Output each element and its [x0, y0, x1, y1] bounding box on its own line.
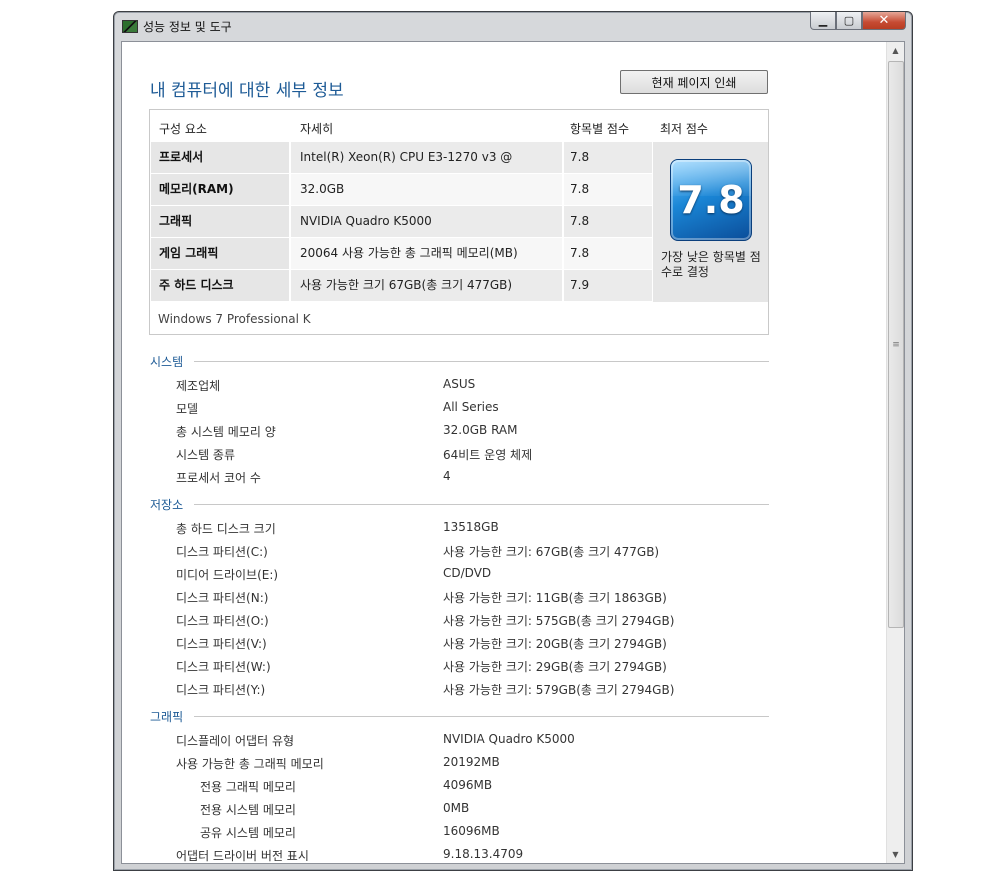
- row-component: 주 하드 디스크: [151, 270, 289, 301]
- base-score-caption: 가장 낮은 항목별 점수로 결정: [661, 250, 761, 279]
- row-score: 7.8: [564, 174, 652, 205]
- title-bar[interactable]: 성능 정보 및 도구 ▁ ▢ ✕: [114, 12, 912, 40]
- info-label: 총 하드 디스크 크기: [176, 522, 276, 536]
- maximize-button[interactable]: ▢: [836, 12, 862, 30]
- info-value: 사용 가능한 크기: 579GB(총 크기 2794GB): [443, 683, 675, 697]
- info-label: 미디어 드라이브(E:): [176, 568, 279, 582]
- minimize-button[interactable]: ▁: [810, 12, 836, 30]
- row-component: 게임 그래픽: [151, 238, 289, 269]
- info-value: CD/DVD: [443, 566, 492, 580]
- base-score-panel: 7.8 가장 낮은 항목별 점수로 결정: [653, 142, 768, 302]
- table-row: 프로세서 Intel(R) Xeon(R) CPU E3-1270 v3 @ 3…: [151, 142, 652, 195]
- info-label: 총 시스템 메모리 양: [176, 425, 276, 439]
- scroll-up-button[interactable]: ▲: [887, 42, 904, 59]
- base-score-value: 7.8: [677, 178, 745, 222]
- vertical-scrollbar[interactable]: ▲ ≡ ▼: [886, 42, 904, 863]
- app-icon: [122, 20, 138, 33]
- info-value: 사용 가능한 크기: 29GB(총 크기 2794GB): [443, 660, 667, 674]
- info-value: All Series: [443, 400, 499, 414]
- row-score: 7.8: [564, 206, 652, 237]
- row-score: 7.8: [564, 142, 652, 173]
- header-component: 구성 요소: [159, 122, 207, 136]
- arrow-up-icon: ▲: [892, 46, 899, 55]
- section-divider: [194, 361, 769, 362]
- row-score: 7.9: [564, 270, 652, 301]
- info-value: 13518GB: [443, 520, 499, 534]
- table-row: 메모리(RAM) 32.0GB 7.8: [151, 174, 652, 205]
- info-value: ASUS: [443, 377, 476, 391]
- close-button[interactable]: ✕: [862, 12, 906, 30]
- minimize-icon: ▁: [818, 14, 828, 27]
- info-value: 32.0GB RAM: [443, 423, 518, 437]
- info-value: 사용 가능한 크기: 67GB(총 크기 477GB): [443, 545, 660, 559]
- info-label: 디스크 파티션(V:): [176, 637, 267, 651]
- info-value: 4: [443, 469, 451, 483]
- info-label: 디스크 파티션(N:): [176, 591, 269, 605]
- grip-icon: ≡: [892, 339, 900, 350]
- info-value: 사용 가능한 크기: 20GB(총 크기 2794GB): [443, 637, 667, 651]
- info-value: NVIDIA Quadro K5000: [443, 732, 575, 746]
- section-title-graphics: 그래픽: [150, 710, 184, 724]
- info-value: 64비트 운영 체제: [443, 448, 533, 462]
- scroll-down-button[interactable]: ▼: [887, 846, 904, 863]
- info-label: 디스플레이 어댑터 유형: [176, 734, 295, 748]
- print-page-button[interactable]: 현재 페이지 인쇄: [620, 70, 768, 94]
- section-title-system: 시스템: [150, 355, 184, 369]
- window-title: 성능 정보 및 도구: [143, 20, 232, 34]
- content-area: 내 컴퓨터에 대한 세부 정보 현재 페이지 인쇄 구성 요소 자세히 항목별 …: [121, 41, 905, 864]
- row-score: 7.8: [564, 238, 652, 269]
- base-score-badge: 7.8: [670, 159, 752, 241]
- maximize-icon: ▢: [843, 14, 855, 27]
- header-subscore: 항목별 점수: [570, 122, 630, 136]
- scrollbar-thumb[interactable]: ≡: [888, 61, 904, 628]
- close-icon: ✕: [878, 13, 890, 28]
- info-value: 4096MB: [443, 778, 493, 792]
- row-detail: 사용 가능한 크기 67GB(총 크기 477GB): [291, 270, 562, 301]
- info-value: 사용 가능한 크기: 11GB(총 크기 1863GB): [443, 591, 667, 605]
- row-detail: NVIDIA Quadro K5000: [291, 206, 562, 237]
- info-label: 시스템 종류: [176, 448, 236, 462]
- section-divider: [194, 504, 769, 505]
- info-label: 디스크 파티션(O:): [176, 614, 269, 628]
- performance-tools-window: 성능 정보 및 도구 ▁ ▢ ✕ 내 컴퓨터에 대한 세부 정보 현재 페이지 …: [113, 11, 913, 871]
- os-edition: Windows 7 Professional K: [158, 312, 311, 326]
- info-label: 어댑터 드라이버 버전 표시: [176, 849, 309, 863]
- info-label: 모델: [176, 402, 199, 416]
- info-label: 공유 시스템 메모리: [200, 826, 296, 840]
- row-component: 그래픽: [151, 206, 289, 237]
- header-basescore: 최저 점수: [660, 122, 708, 136]
- score-table: 구성 요소 자세히 항목별 점수 최저 점수 프로세서 Intel(R) Xeo…: [149, 109, 769, 335]
- table-row: 그래픽 NVIDIA Quadro K5000 7.8: [151, 206, 652, 237]
- row-component: 프로세서: [151, 142, 289, 173]
- info-label: 전용 그래픽 메모리: [200, 780, 296, 794]
- info-label: 디스크 파티션(W:): [176, 660, 271, 674]
- info-label: 전용 시스템 메모리: [200, 803, 296, 817]
- table-row: 주 하드 디스크 사용 가능한 크기 67GB(총 크기 477GB) 7.9: [151, 270, 652, 301]
- row-detail: Intel(R) Xeon(R) CPU E3-1270 v3 @ 3.50GH…: [291, 142, 562, 195]
- arrow-down-icon: ▼: [892, 850, 899, 859]
- info-label: 사용 가능한 총 그래픽 메모리: [176, 757, 324, 771]
- row-detail: 32.0GB: [291, 174, 562, 205]
- info-value: 0MB: [443, 801, 470, 815]
- info-label: 제조업체: [176, 379, 221, 393]
- row-detail: 20064 사용 가능한 총 그래픽 메모리(MB): [291, 238, 562, 269]
- info-label: 디스크 파티션(C:): [176, 545, 268, 559]
- section-title-storage: 저장소: [150, 498, 184, 512]
- section-divider: [194, 716, 769, 717]
- info-label: 디스크 파티션(Y:): [176, 683, 266, 697]
- info-value: 20192MB: [443, 755, 500, 769]
- info-label: 프로세서 코어 수: [176, 471, 261, 485]
- header-detail: 자세히: [300, 122, 334, 136]
- info-value: 16096MB: [443, 824, 500, 838]
- table-row: 게임 그래픽 20064 사용 가능한 총 그래픽 메모리(MB) 7.8: [151, 238, 652, 269]
- info-value: 9.18.13.4709: [443, 847, 524, 861]
- page-title: 내 컴퓨터에 대한 세부 정보: [150, 81, 344, 101]
- row-component: 메모리(RAM): [151, 174, 289, 205]
- info-value: 사용 가능한 크기: 575GB(총 크기 2794GB): [443, 614, 675, 628]
